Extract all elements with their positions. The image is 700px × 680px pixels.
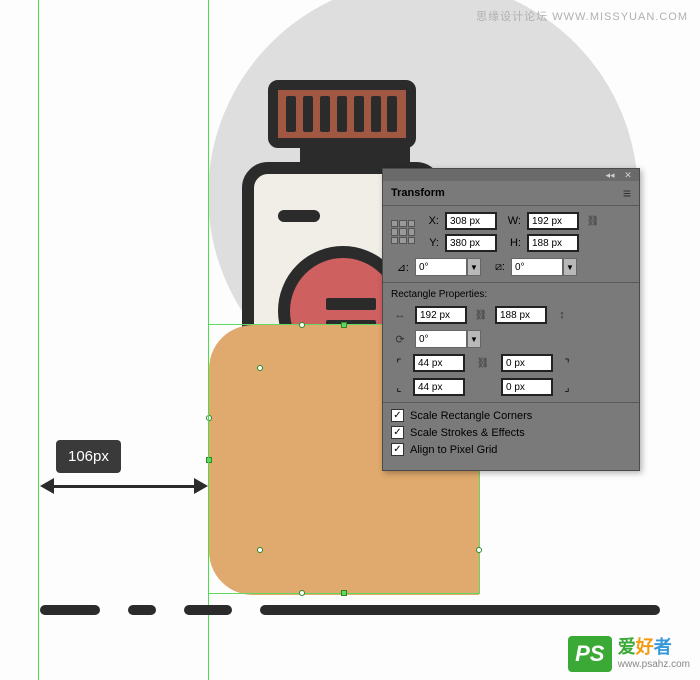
scale-strokes-label: Scale Strokes & Effects <box>410 427 525 439</box>
align-pixel-checkbox[interactable]: ✓ <box>391 443 404 456</box>
guide-vertical[interactable] <box>208 0 209 680</box>
corner-tl-icon: ⌜ <box>391 355 407 371</box>
ground-line <box>40 602 680 612</box>
panel-collapse-button[interactable]: ◂◂ <box>603 171 617 179</box>
side-handle[interactable] <box>206 457 212 463</box>
y-label: Y: <box>421 237 439 249</box>
measurement-arrow <box>40 478 208 494</box>
shear-dropdown[interactable]: ▼ <box>563 258 577 276</box>
watermark-text: 思缘设计论坛 WWW.MISSYUAN.COM <box>476 8 688 24</box>
rotate-icon: ⟳ <box>391 330 409 348</box>
link-dimensions-button[interactable]: ⛓ <box>473 310 489 321</box>
link-corners-button[interactable]: ⛓ <box>471 358 495 369</box>
h-label: H: <box>503 237 521 249</box>
align-pixel-label: Align to Pixel Grid <box>410 444 497 456</box>
guide-vertical[interactable] <box>38 0 39 680</box>
anchor-point[interactable] <box>206 415 212 421</box>
corner-tl-input[interactable]: 44 px <box>413 354 465 372</box>
ps-logo-icon: PS <box>568 636 612 672</box>
width-input[interactable]: 192 px <box>527 212 579 230</box>
y-input[interactable]: 380 px <box>445 234 497 252</box>
x-label: X: <box>421 215 439 227</box>
panel-menu-button[interactable]: ≡ <box>623 185 631 201</box>
arrow-right-icon <box>194 478 208 494</box>
width-icon: ↔ <box>391 306 409 324</box>
anchor-point[interactable] <box>299 590 305 596</box>
rect-rotation-input[interactable]: 0° <box>415 330 467 348</box>
measurement-label: 106px <box>56 440 121 473</box>
corner-tr-icon: ⌝ <box>559 355 575 371</box>
transform-panel[interactable]: ◂◂ ✕ Transform ≡ X: 308 px W: 192 px ⛓ Y… <box>382 168 640 471</box>
rotation-input[interactable]: 0° <box>415 258 467 276</box>
constrain-proportions-button[interactable]: ⛓ <box>585 216 601 227</box>
rectangle-properties-label: Rectangle Properties: <box>391 289 631 300</box>
height-icon: ↕ <box>553 306 571 324</box>
anchor-point[interactable] <box>476 547 482 553</box>
corner-tr-input[interactable]: 0 px <box>501 354 553 372</box>
center-handle[interactable] <box>341 322 347 328</box>
scale-corners-label: Scale Rectangle Corners <box>410 410 532 422</box>
panel-title: Transform <box>391 187 445 199</box>
w-label: W: <box>503 215 521 227</box>
label-line <box>326 298 376 310</box>
anchor-point[interactable] <box>257 547 263 553</box>
anchor-point[interactable] <box>299 322 305 328</box>
corner-br-icon: ⌟ <box>559 379 575 395</box>
corner-bl-icon: ⌞ <box>391 379 407 395</box>
bottle-cap <box>268 80 416 148</box>
x-input[interactable]: 308 px <box>445 212 497 230</box>
rect-height-input[interactable]: 188 px <box>495 306 547 324</box>
scale-strokes-checkbox[interactable]: ✓ <box>391 426 404 439</box>
watermark-logo: PS 爱好者 www.psahz.com <box>568 636 690 672</box>
reference-point-selector[interactable] <box>391 220 415 244</box>
shear-input[interactable]: 0° <box>511 258 563 276</box>
bottle-mark <box>278 210 320 222</box>
panel-titlebar[interactable]: ◂◂ ✕ <box>383 169 639 181</box>
side-handle[interactable] <box>341 590 347 596</box>
panel-tab-transform[interactable]: Transform ≡ <box>383 181 639 206</box>
height-input[interactable]: 188 px <box>527 234 579 252</box>
rect-width-input[interactable]: 192 px <box>415 306 467 324</box>
panel-close-button[interactable]: ✕ <box>621 171 635 179</box>
scale-corners-checkbox[interactable]: ✓ <box>391 409 404 422</box>
corner-br-input[interactable]: 0 px <box>501 378 553 396</box>
rect-rotation-dropdown[interactable]: ▼ <box>467 330 481 348</box>
angle-label: ⊿: <box>391 261 409 274</box>
rotation-dropdown[interactable]: ▼ <box>467 258 481 276</box>
shear-label: ⧄: <box>487 261 505 274</box>
corner-bl-input[interactable]: 44 px <box>413 378 465 396</box>
anchor-point[interactable] <box>257 365 263 371</box>
